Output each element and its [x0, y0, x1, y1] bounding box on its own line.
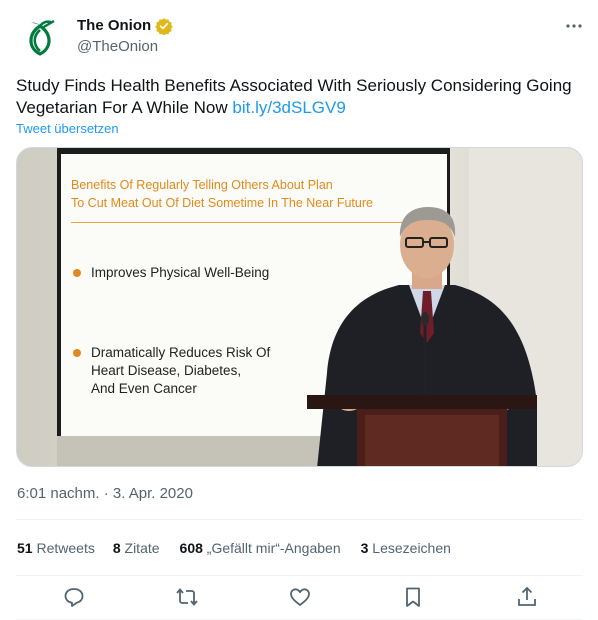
bookmark-button[interactable] [401, 585, 425, 609]
bookmarks-label: Lesezeichen [372, 540, 451, 556]
like-icon [290, 588, 310, 606]
divider-top [16, 519, 583, 520]
tweet-text: Study Finds Health Benefits Associated W… [16, 75, 576, 119]
tweet-timestamp[interactable]: 6:01 nachm. · 3. Apr. 2020 [17, 484, 193, 504]
retweet-icon [176, 588, 198, 606]
slide-bullet-2-line3: And Even Cancer [91, 381, 197, 396]
gold-verified-icon [155, 17, 173, 35]
quotes-count: 8 [112, 540, 121, 556]
retweets-label: Retweets [36, 540, 95, 556]
tweet-link[interactable]: bit.ly/3dSLGV9 [232, 98, 345, 117]
quotes-stat[interactable]: 8 Zitate [113, 539, 160, 557]
bookmarks-stat[interactable]: 3 Lesezeichen [361, 539, 451, 557]
speaker-at-podium-illustration [307, 207, 537, 466]
author-handle[interactable]: @TheOnion [77, 37, 158, 57]
tweet: The Onion @TheOnion Study Finds Health B… [0, 0, 598, 620]
bookmarks-count: 3 [360, 540, 369, 556]
slide-bullet-1: Improves Physical Well-Being [73, 264, 269, 282]
likes-count: 608 [179, 540, 203, 556]
onion-logo-icon [29, 19, 55, 56]
action-bar [16, 584, 583, 610]
retweets-count: 51 [17, 540, 33, 556]
slide-bullet-2-line2: Heart Disease, Diabetes, [91, 363, 242, 378]
slide-bullet-2-line1: Dramatically Reduces Risk Of [91, 345, 271, 360]
share-button[interactable] [515, 585, 539, 609]
tweet-image[interactable]: Benefits Of Regularly Telling Others Abo… [16, 147, 583, 467]
translate-tweet-link[interactable]: Tweet übersetzen [16, 121, 119, 137]
retweets-stat[interactable]: 51 Retweets [17, 539, 95, 557]
bullet-dot [73, 349, 81, 357]
more-horizontal-icon [566, 24, 582, 28]
quotes-label: Zitate [124, 540, 160, 556]
author-name-row[interactable]: The Onion [77, 16, 173, 36]
avatar[interactable] [16, 14, 64, 62]
bookmark-icon [406, 587, 420, 607]
bullet-dot [73, 269, 81, 277]
share-icon [518, 586, 536, 606]
like-button[interactable] [288, 585, 312, 609]
divider-middle [16, 575, 583, 576]
slide-bullet-1-text: Improves Physical Well-Being [91, 265, 270, 280]
retweet-button[interactable] [175, 585, 199, 609]
more-options-button[interactable] [560, 14, 588, 38]
stats-row: 51 Retweets 8 Zitate 608 „Gefällt mir“-A… [17, 538, 451, 558]
reply-button[interactable] [62, 585, 86, 609]
author-display-name[interactable]: The Onion [77, 16, 151, 36]
slide-title-line1: Benefits Of Regularly Telling Others Abo… [71, 178, 333, 192]
likes-label: „Gefällt mir“-Angaben [206, 540, 341, 556]
likes-stat[interactable]: 608 „Gefällt mir“-Angaben [180, 539, 341, 557]
reply-icon [64, 588, 84, 607]
